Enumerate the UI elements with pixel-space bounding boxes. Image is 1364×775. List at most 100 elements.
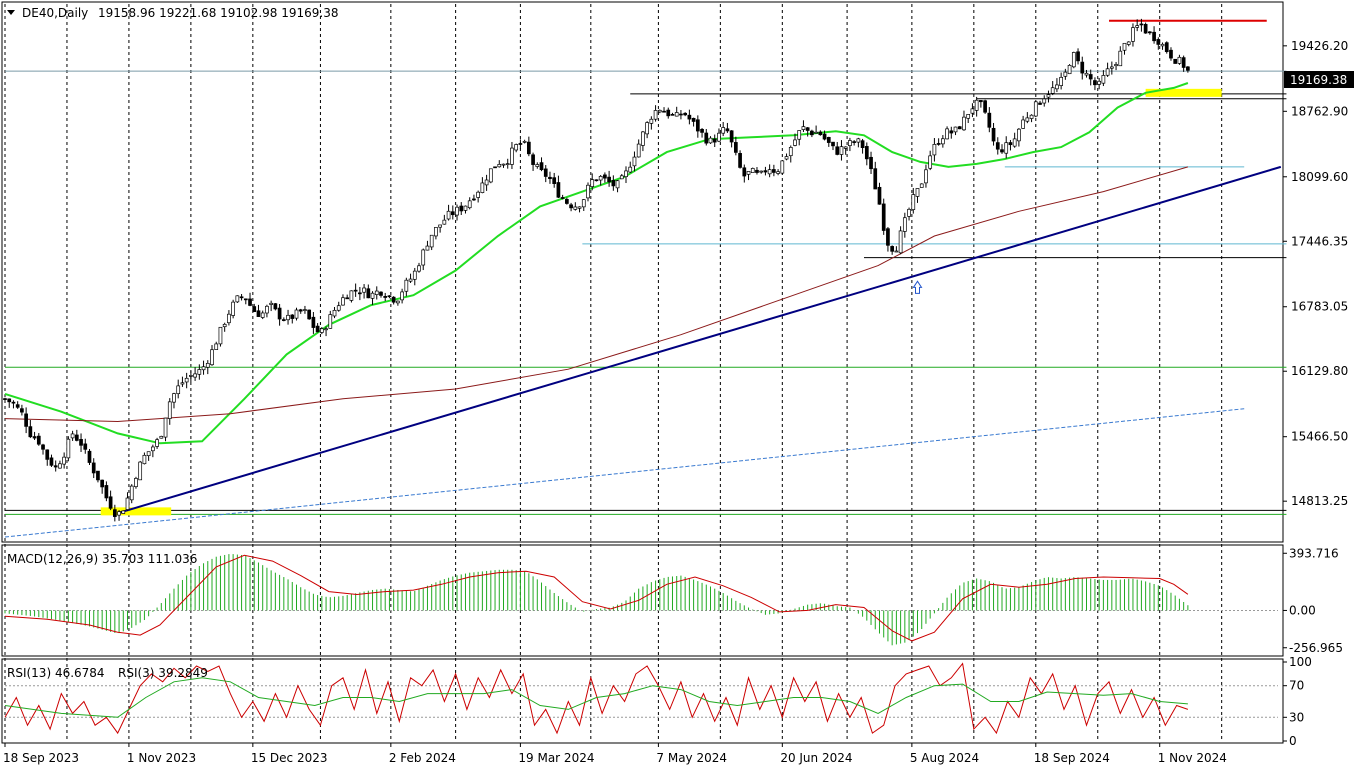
candle-body bbox=[256, 310, 261, 317]
candle-body bbox=[222, 323, 227, 328]
candle-body bbox=[155, 439, 159, 447]
candle-body bbox=[455, 206, 459, 216]
candle-body bbox=[957, 126, 962, 130]
candle-body bbox=[370, 292, 375, 299]
dropdown-triangle-icon[interactable] bbox=[7, 10, 15, 15]
candle-body bbox=[1046, 94, 1051, 98]
candle-body bbox=[1109, 66, 1114, 69]
candle-body bbox=[265, 305, 269, 314]
candle-body bbox=[205, 362, 210, 368]
candle-body bbox=[941, 138, 945, 145]
candle-body bbox=[505, 163, 510, 166]
rsi-slow-line bbox=[4, 677, 1188, 718]
candle-body bbox=[636, 143, 641, 158]
candle-body bbox=[307, 309, 312, 320]
moving-averages bbox=[4, 82, 1189, 445]
candle-body bbox=[53, 465, 58, 468]
candle-body bbox=[11, 401, 16, 404]
candle-body bbox=[467, 200, 472, 209]
candle-body bbox=[1105, 68, 1110, 76]
candle-body bbox=[979, 100, 983, 103]
candle-body bbox=[438, 224, 442, 228]
candle-body bbox=[396, 300, 400, 304]
candle-body bbox=[315, 325, 320, 333]
y-tick-label: 16783.05 bbox=[1291, 300, 1348, 314]
candle-body bbox=[1156, 39, 1161, 45]
candle-body bbox=[358, 292, 362, 295]
candle-body bbox=[573, 206, 578, 210]
candle-body bbox=[898, 230, 903, 254]
candle-body bbox=[134, 478, 138, 488]
candle-body bbox=[260, 312, 265, 318]
candle-body bbox=[949, 130, 954, 134]
candle-body bbox=[526, 141, 531, 155]
candle-body bbox=[586, 184, 590, 199]
candle-body bbox=[717, 132, 721, 142]
x-tick-label: 18 Sep 2024 bbox=[1034, 751, 1110, 765]
candle-body bbox=[725, 128, 730, 132]
y-tick-label: 19426.20 bbox=[1291, 39, 1348, 53]
candle-body bbox=[142, 454, 147, 465]
candle-body bbox=[476, 191, 481, 198]
candle-body bbox=[96, 470, 100, 481]
y-tick-label: 18099.60 bbox=[1291, 170, 1348, 184]
trendline-main bbox=[120, 165, 1282, 514]
candle-body bbox=[1017, 128, 1021, 142]
candle-body bbox=[379, 291, 383, 296]
candle-body bbox=[231, 301, 235, 316]
candle-body bbox=[214, 343, 219, 350]
candle-body bbox=[353, 289, 358, 292]
candle-body bbox=[970, 108, 975, 114]
candle-body bbox=[1181, 57, 1186, 68]
candle-body bbox=[239, 296, 244, 299]
candle-body bbox=[877, 186, 882, 205]
candle-body bbox=[1042, 98, 1047, 104]
candle-body bbox=[1152, 31, 1156, 42]
candle-body bbox=[598, 175, 603, 181]
candle-body bbox=[210, 349, 214, 366]
candle-body bbox=[197, 369, 202, 375]
candle-body bbox=[1135, 25, 1140, 28]
candle-body bbox=[873, 168, 878, 190]
candle-body bbox=[1029, 114, 1034, 119]
candle-body bbox=[700, 128, 704, 133]
candle-body bbox=[848, 140, 852, 147]
candle-body bbox=[7, 398, 12, 403]
candle-body bbox=[446, 210, 451, 220]
candle-body bbox=[543, 168, 548, 177]
candle-body bbox=[412, 270, 417, 280]
candle-body bbox=[628, 166, 633, 173]
candle-body bbox=[362, 287, 366, 293]
candle-body bbox=[966, 114, 971, 119]
rsi-tick-label: 0 bbox=[1289, 734, 1297, 748]
candle-body bbox=[733, 142, 738, 153]
candle-body bbox=[1122, 42, 1127, 51]
y-tick-label: 16129.80 bbox=[1291, 364, 1348, 378]
candle-body bbox=[277, 307, 282, 320]
candle-body bbox=[797, 130, 802, 140]
candle-body bbox=[1139, 23, 1144, 26]
macd-tick-label: 393.716 bbox=[1289, 546, 1339, 560]
candle-body bbox=[1008, 142, 1013, 146]
candle-body bbox=[1148, 31, 1152, 34]
candle-body bbox=[577, 206, 582, 209]
candle-body bbox=[408, 278, 413, 282]
candle-body bbox=[1186, 66, 1190, 71]
candle-body bbox=[1071, 52, 1076, 68]
candle-body bbox=[28, 426, 33, 438]
candle-body bbox=[674, 112, 679, 117]
candle-body bbox=[801, 126, 806, 130]
candle-body bbox=[15, 404, 20, 408]
candle-body bbox=[391, 296, 396, 303]
candle-body bbox=[548, 176, 552, 180]
candle-body bbox=[1055, 84, 1059, 90]
candle-body bbox=[488, 168, 493, 183]
candle-body bbox=[657, 109, 662, 113]
candle-body bbox=[864, 146, 869, 160]
candle-body bbox=[514, 144, 519, 151]
candle-body bbox=[459, 205, 464, 212]
candle-body bbox=[480, 182, 485, 193]
candle-body bbox=[780, 160, 785, 174]
candle-body bbox=[763, 170, 768, 173]
candle-body bbox=[687, 114, 692, 120]
